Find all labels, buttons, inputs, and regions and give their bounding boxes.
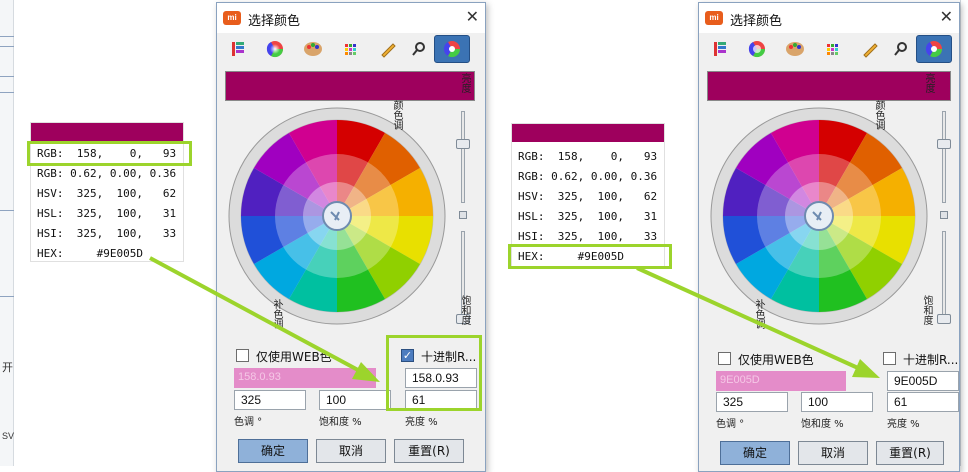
arrow-head xyxy=(352,362,380,382)
arrow-head xyxy=(852,359,880,378)
arrow-line xyxy=(636,266,859,370)
arrow-line xyxy=(149,256,359,372)
annotation-arrows xyxy=(149,256,880,382)
